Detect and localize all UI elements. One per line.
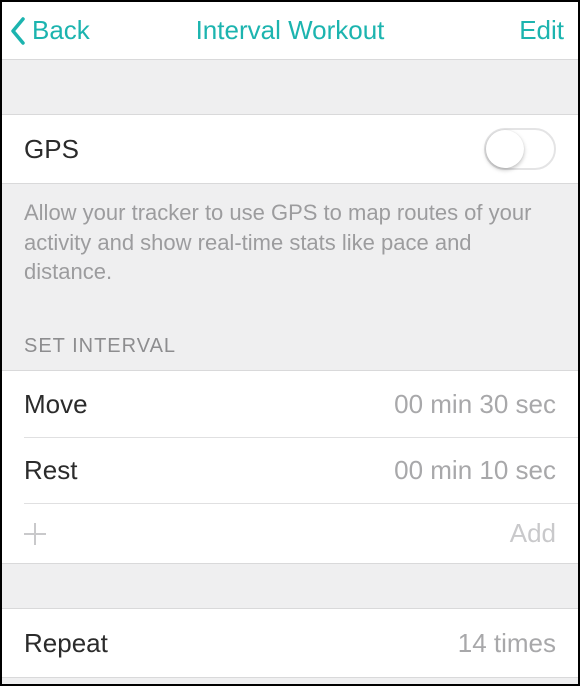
interval-label: Move [24,389,88,420]
repeat-value: 14 times [458,628,556,659]
edit-button[interactable]: Edit [519,15,564,46]
interval-row-move[interactable]: Move 00 min 30 sec [2,371,578,437]
interval-row-rest[interactable]: Rest 00 min 10 sec [24,437,578,503]
toggle-knob [486,130,524,168]
interval-value: 00 min 30 sec [394,389,556,420]
back-button[interactable]: Back [10,15,90,46]
gps-toggle[interactable] [484,128,556,170]
gps-label: GPS [24,134,79,165]
repeat-row[interactable]: Repeat 14 times [2,608,578,678]
navbar: Back Interval Workout Edit [2,2,578,60]
add-label: Add [510,518,556,549]
gps-description: Allow your tracker to use GPS to map rou… [2,184,578,311]
gps-row[interactable]: GPS [2,114,578,184]
set-interval-header: SET INTERVAL [2,311,578,370]
plus-icon [24,523,46,545]
interval-label: Rest [24,455,77,486]
section-spacer [2,60,578,114]
add-interval-button[interactable]: Add [24,503,578,563]
interval-list: Move 00 min 30 sec Rest 00 min 10 sec Ad… [2,370,578,564]
interval-value: 00 min 10 sec [394,455,556,486]
back-label: Back [32,15,90,46]
repeat-label: Repeat [24,628,108,659]
chevron-left-icon [10,17,26,45]
section-spacer [2,564,578,608]
